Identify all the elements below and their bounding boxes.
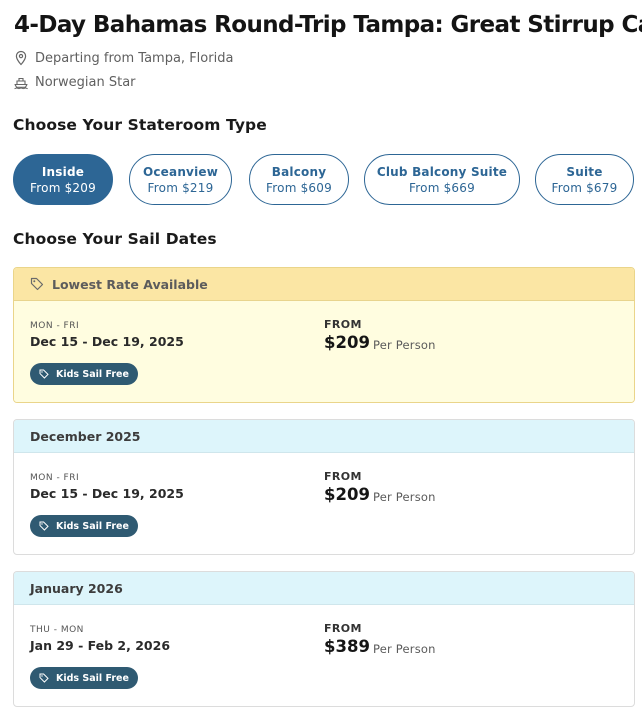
ship-icon (13, 74, 29, 90)
kids-sail-free-badge[interactable]: Kids Sail Free (30, 363, 138, 385)
ship-info: Norwegian Star (13, 74, 136, 90)
from-label: FROM (324, 318, 362, 331)
sail-dates: Dec 15 - Dec 19, 2025 (30, 486, 184, 501)
price-value: $389 (324, 637, 370, 656)
per-person-label: Per Person (373, 338, 436, 352)
stateroom-heading: Choose Your Stateroom Type (13, 116, 267, 134)
sailing-option[interactable]: MON - FRI Dec 15 - Dec 19, 2025 Kids Sai… (14, 301, 634, 402)
badge-label: Kids Sail Free (56, 672, 129, 684)
stateroom-name: Balcony (271, 164, 327, 179)
stateroom-suite-button[interactable]: Suite From $679 (535, 154, 634, 205)
departure-info: Departing from Tampa, Florida (13, 50, 233, 66)
stateroom-inside-button[interactable]: Inside From $209 (13, 154, 113, 205)
from-label: FROM (324, 622, 362, 635)
stateroom-price: From $669 (409, 180, 475, 195)
stateroom-name: Inside (41, 164, 85, 179)
sail-days: MON - FRI (30, 321, 80, 331)
sail-dates: Jan 29 - Feb 2, 2026 (30, 638, 171, 653)
tag-icon (30, 277, 44, 291)
month-card-january-2026: January 2026 THU - MON Jan 29 - Feb 2, 2… (13, 571, 635, 707)
month-card-december-2025: December 2025 MON - FRI Dec 15 - Dec 19,… (13, 419, 635, 555)
per-person-label: Per Person (373, 642, 436, 656)
departure-text: Departing from Tampa, Florida (35, 50, 234, 66)
tag-icon (39, 521, 49, 531)
lowest-rate-card: Lowest Rate Available MON - FRI Dec 15 -… (13, 267, 635, 403)
price-value: $209 (324, 485, 370, 504)
card-header: January 2026 (14, 572, 634, 605)
sail-days: MON - FRI (30, 473, 80, 483)
stateroom-price: From $609 (266, 180, 332, 195)
stateroom-price: From $209 (30, 180, 96, 195)
sailing-option[interactable]: MON - FRI Dec 15 - Dec 19, 2025 Kids Sai… (14, 453, 634, 554)
card-header-label: January 2026 (30, 580, 123, 596)
from-label: FROM (324, 470, 362, 483)
stateroom-name: Suite (566, 164, 603, 179)
sail-days: THU - MON (30, 625, 84, 635)
card-header-label: Lowest Rate Available (52, 276, 208, 292)
badge-label: Kids Sail Free (56, 520, 129, 532)
kids-sail-free-badge[interactable]: Kids Sail Free (30, 515, 138, 537)
card-header-label: December 2025 (30, 428, 141, 444)
tag-icon (39, 673, 49, 683)
stateroom-oceanview-button[interactable]: Oceanview From $219 (129, 154, 232, 205)
sail-dates-heading: Choose Your Sail Dates (13, 230, 217, 248)
ship-name: Norwegian Star (35, 74, 136, 90)
sail-dates: Dec 15 - Dec 19, 2025 (30, 334, 184, 349)
kids-sail-free-badge[interactable]: Kids Sail Free (30, 667, 138, 689)
location-pin-icon (13, 50, 29, 66)
page-title: 4-Day Bahamas Round-Trip Tampa: Great St… (14, 12, 642, 38)
stateroom-name: Oceanview (142, 164, 219, 179)
tag-icon (39, 369, 49, 379)
per-person-label: Per Person (373, 490, 436, 504)
stateroom-club-balcony-suite-button[interactable]: Club Balcony Suite From $669 (364, 154, 520, 205)
stateroom-name: Club Balcony Suite (376, 164, 508, 179)
stateroom-price: From $679 (551, 180, 618, 195)
sailing-option[interactable]: THU - MON Jan 29 - Feb 2, 2026 Kids Sail… (14, 605, 634, 706)
card-header: Lowest Rate Available (14, 268, 634, 301)
badge-label: Kids Sail Free (56, 368, 129, 380)
stateroom-price: From $219 (147, 180, 214, 195)
stateroom-balcony-button[interactable]: Balcony From $609 (249, 154, 349, 205)
price-value: $209 (324, 333, 370, 352)
card-header: December 2025 (14, 420, 634, 453)
